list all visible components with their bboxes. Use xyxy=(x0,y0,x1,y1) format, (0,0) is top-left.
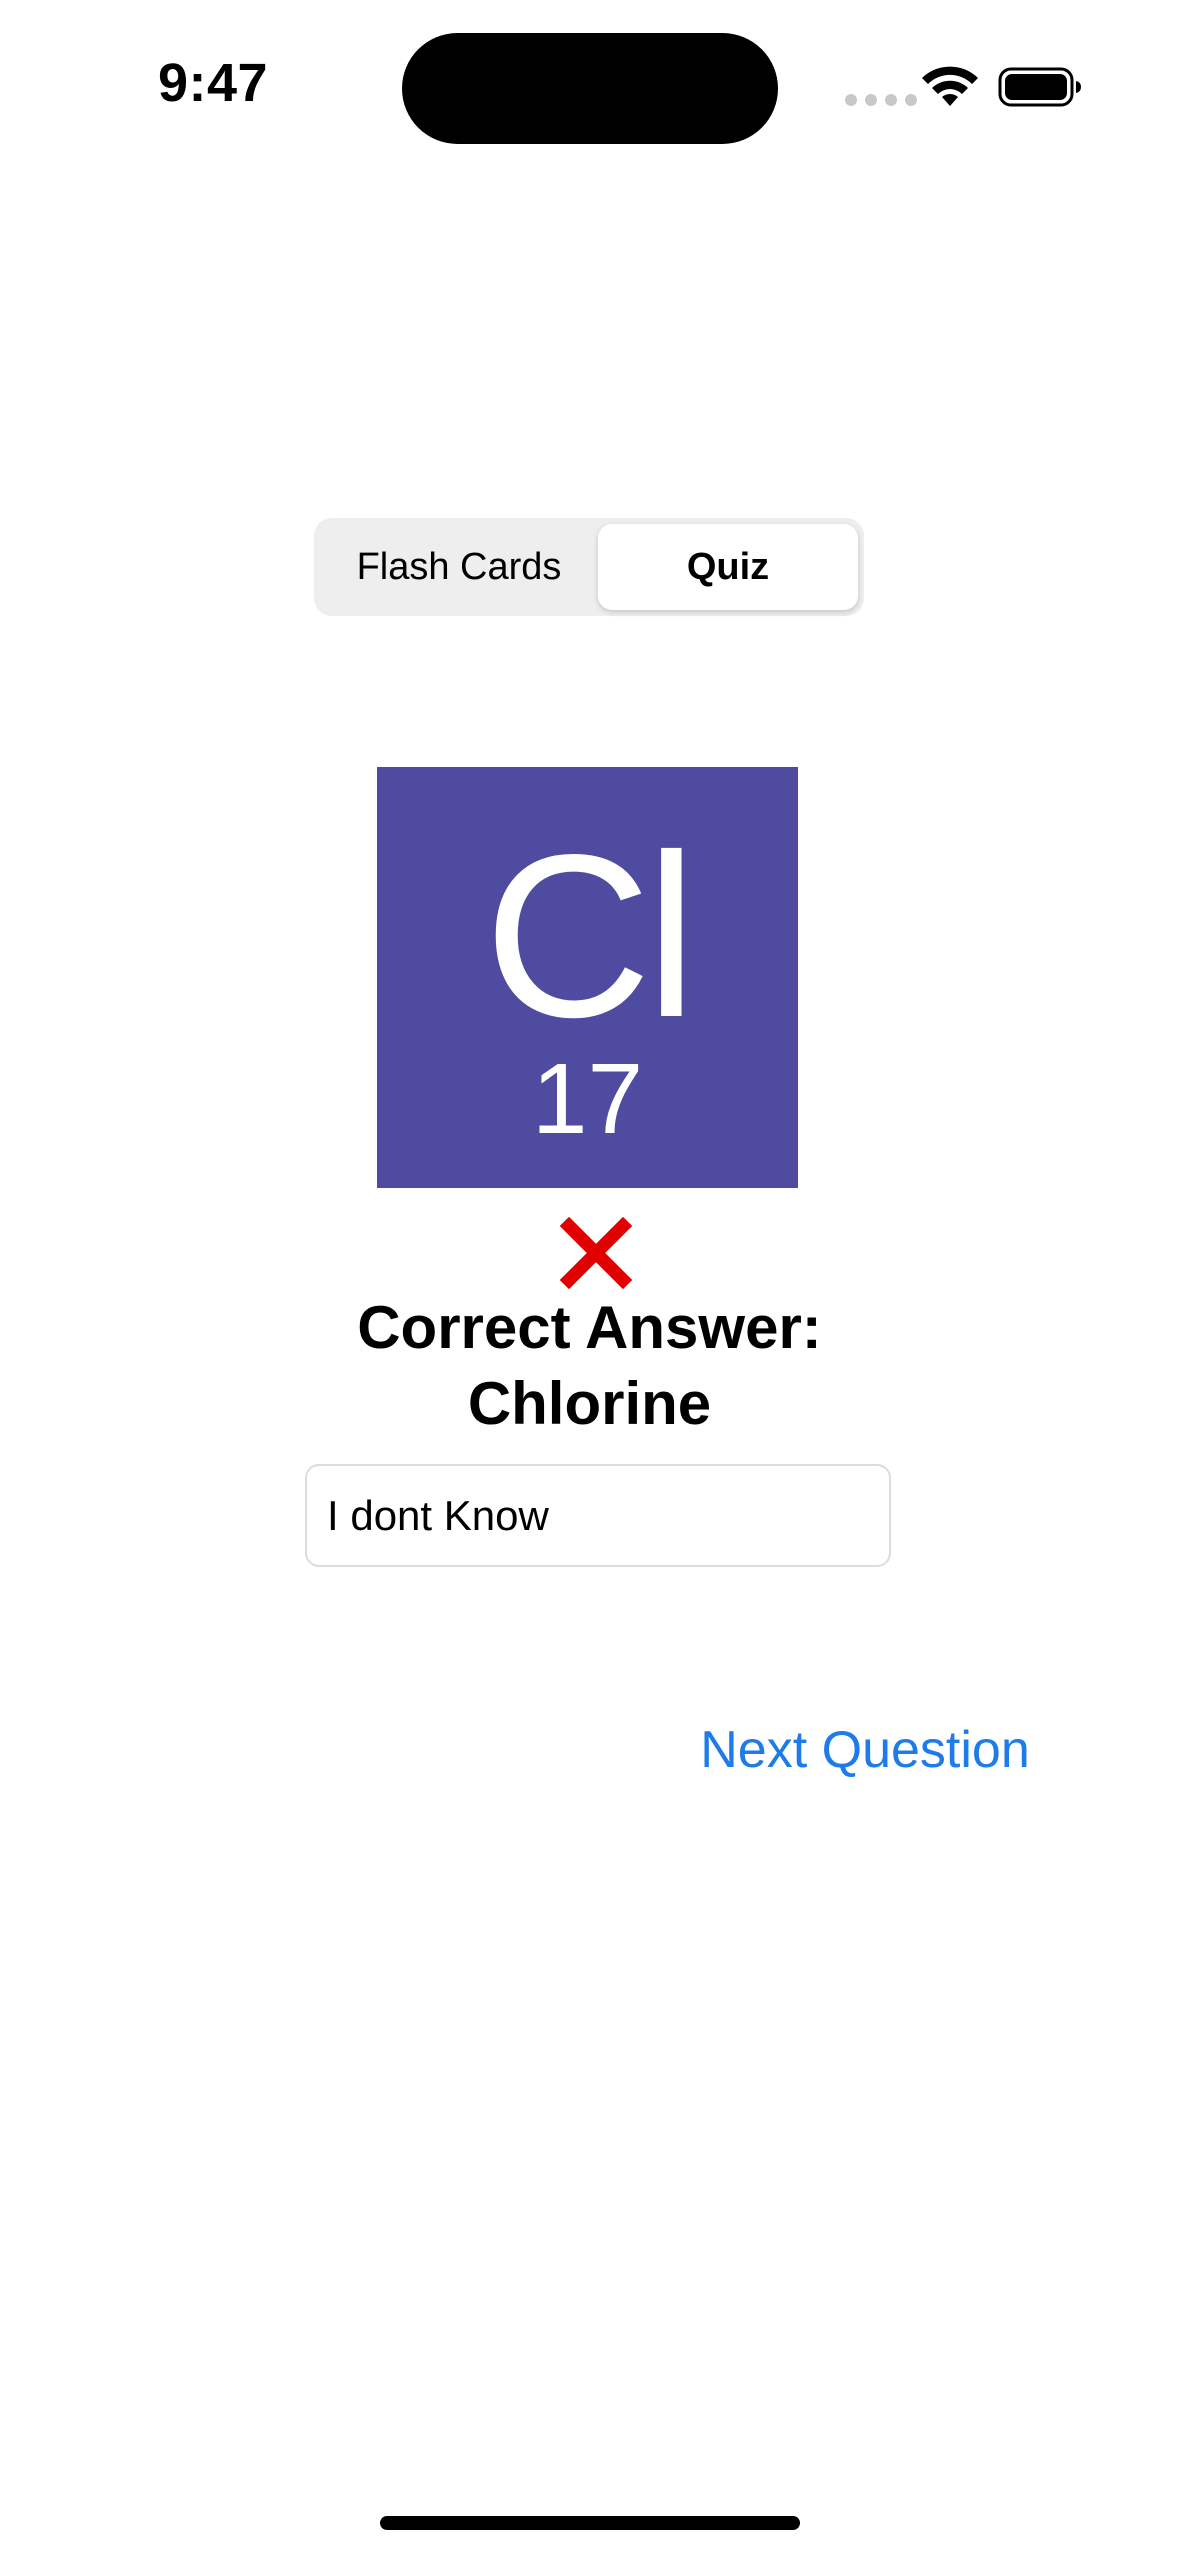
element-card: Cl 17 xyxy=(377,767,798,1188)
answer-input[interactable] xyxy=(305,1464,891,1567)
status-bar: 9:47 xyxy=(0,0,1179,180)
correct-answer-value: Chlorine xyxy=(467,1370,712,1437)
element-atomic-number: 17 xyxy=(531,1043,644,1155)
dynamic-island xyxy=(402,33,778,144)
element-symbol: Cl xyxy=(483,807,697,1066)
home-indicator[interactable] xyxy=(380,2516,800,2530)
status-time: 9:47 xyxy=(158,53,269,113)
segment-quiz[interactable]: Quiz xyxy=(598,524,858,610)
mode-segmented-control: Flash Cards Quiz xyxy=(314,518,864,616)
correct-answer-label: Correct Answer: Chlorine xyxy=(0,1290,1179,1442)
wifi-icon xyxy=(922,66,978,106)
correct-answer-heading: Correct Answer: xyxy=(357,1294,822,1361)
battery-icon xyxy=(998,67,1081,107)
next-question-button[interactable]: Next Question xyxy=(690,1710,1040,1790)
segment-flash-cards[interactable]: Flash Cards xyxy=(320,524,598,610)
signal-dots-icon xyxy=(845,94,917,106)
x-mark-icon xyxy=(560,1217,632,1289)
